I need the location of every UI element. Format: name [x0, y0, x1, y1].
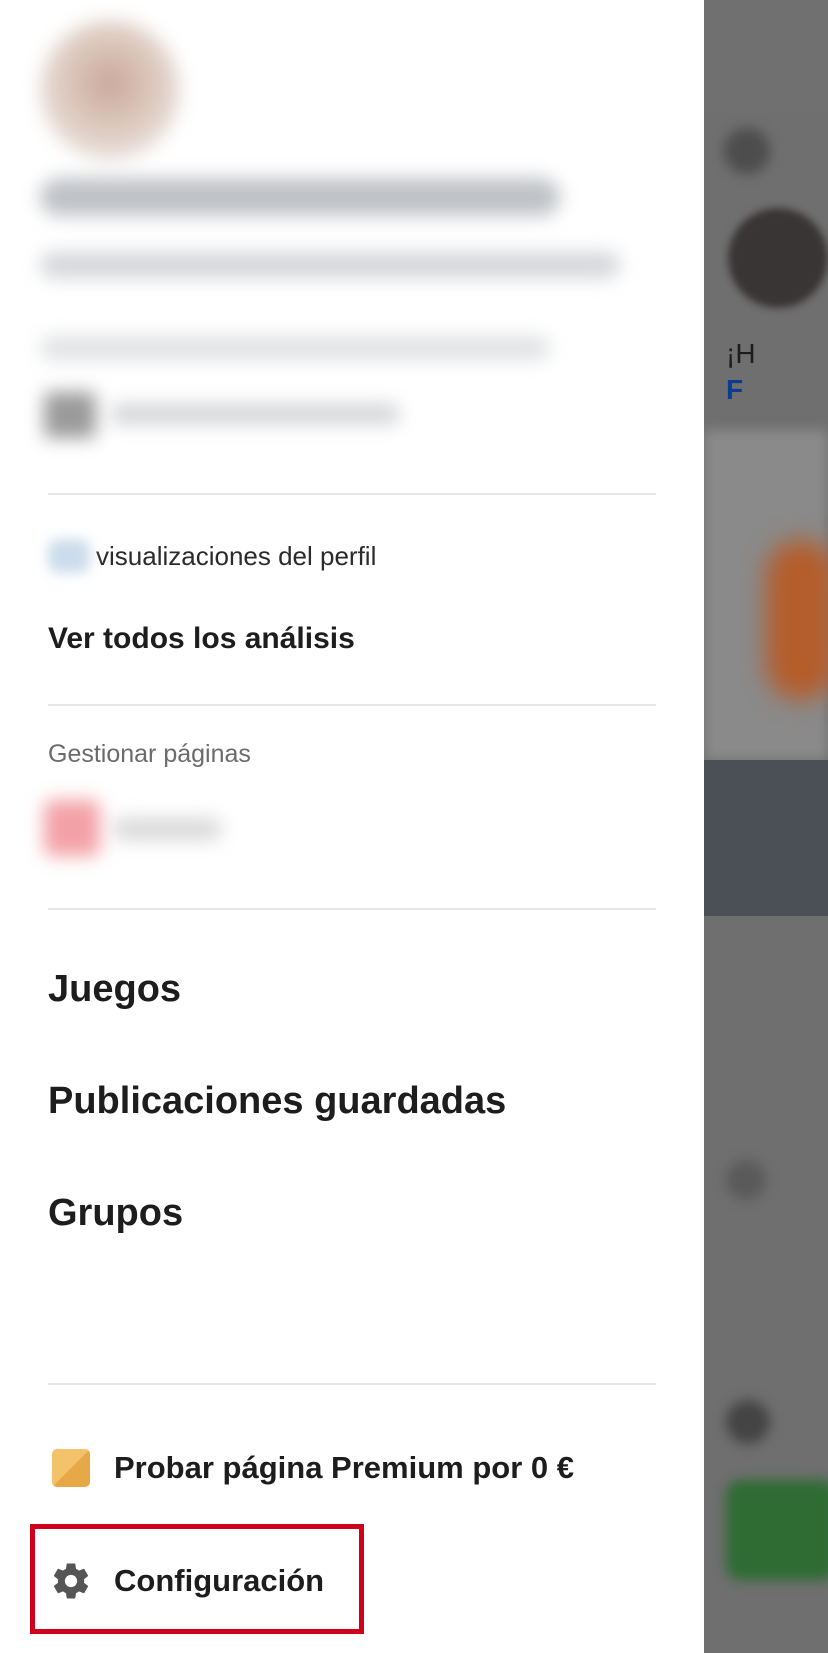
- settings-highlight-box: [30, 1524, 364, 1634]
- feed-post-thumbnail: [726, 1480, 828, 1580]
- background-feed-overlay[interactable]: ¡H F: [704, 0, 828, 1653]
- feed-header-area: [704, 0, 828, 112]
- feed-post-image-detail: [766, 540, 828, 700]
- managed-page-logo[interactable]: [44, 800, 100, 856]
- profile-avatar[interactable]: [40, 20, 180, 160]
- feed-avatar: [724, 128, 770, 174]
- feed-avatar: [726, 1400, 770, 1444]
- company-name-redacted: [110, 404, 400, 424]
- navigation-drawer: visualizaciones del perfil Ver todos los…: [0, 0, 704, 1653]
- feed-post-footer: [704, 760, 828, 916]
- profile-location-redacted: [40, 336, 550, 360]
- manage-pages-heading: Gestionar páginas: [48, 740, 251, 768]
- divider: [48, 493, 656, 495]
- feed-avatar: [726, 1160, 766, 1200]
- profile-name-redacted[interactable]: [40, 178, 560, 216]
- divider: [48, 1383, 656, 1385]
- profile-headline-redacted: [40, 252, 620, 278]
- premium-badge-icon: [52, 1449, 90, 1487]
- feed-post-text-line1: ¡H: [726, 338, 756, 369]
- menu-item-games[interactable]: Juegos: [48, 968, 181, 1011]
- divider: [48, 908, 656, 910]
- profile-views-label: visualizaciones del perfil: [96, 540, 377, 571]
- company-logo: [44, 392, 96, 438]
- menu-item-groups[interactable]: Grupos: [48, 1192, 183, 1235]
- feed-post-text: ¡H F: [726, 336, 756, 408]
- profile-views-count-redacted: [48, 539, 90, 573]
- try-premium-label: Probar página Premium por 0 €: [114, 1450, 574, 1485]
- managed-page-name-redacted[interactable]: [112, 818, 222, 840]
- feed-post-avatar: [728, 208, 828, 308]
- feed-post-text-line2: F: [726, 374, 744, 405]
- profile-views-row[interactable]: visualizaciones del perfil: [48, 536, 376, 576]
- divider: [48, 704, 656, 706]
- try-premium-page-button[interactable]: Probar página Premium por 0 €: [52, 1444, 574, 1492]
- menu-item-saved-posts[interactable]: Publicaciones guardadas: [48, 1080, 506, 1123]
- view-all-analytics-link[interactable]: Ver todos los análisis: [48, 622, 355, 656]
